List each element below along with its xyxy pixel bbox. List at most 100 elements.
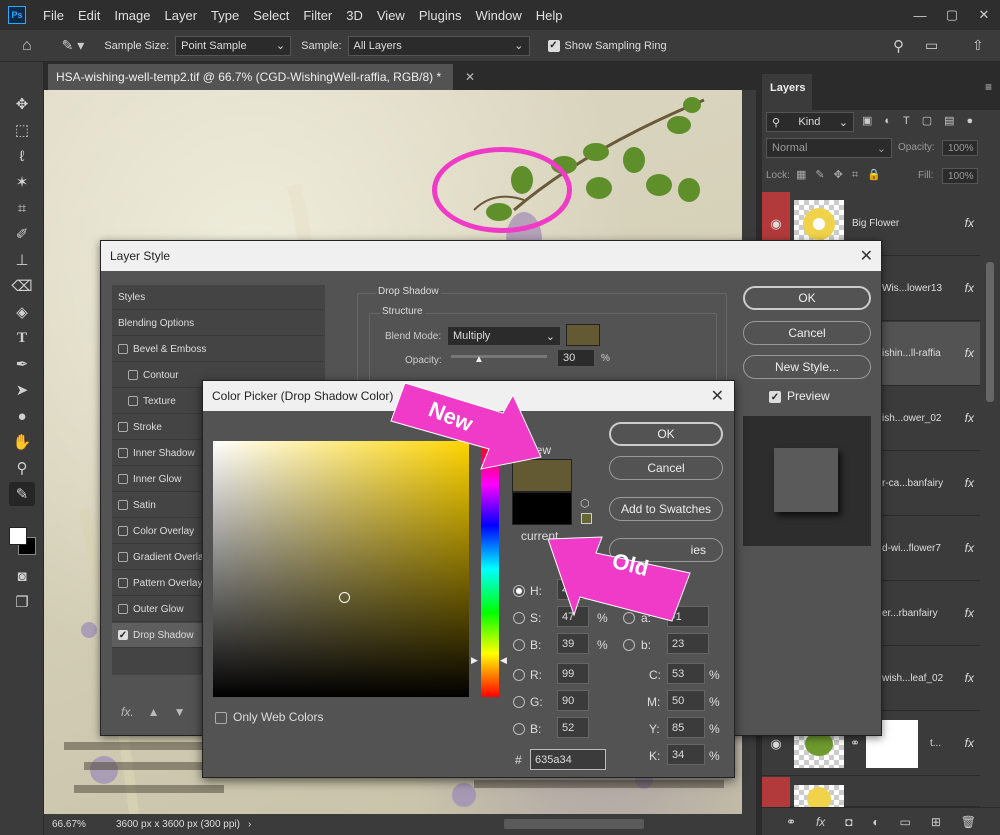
layer-fx-icon[interactable]: fx [965,346,974,360]
style-checkbox[interactable] [118,578,128,588]
hue-slider-left-arrow[interactable]: ▶ [471,655,478,666]
magenta-input[interactable]: 50 [667,690,705,711]
cyan-input[interactable]: 53 [667,663,705,684]
menu-image[interactable]: Image [107,8,157,23]
foreground-color-swatch[interactable] [9,527,27,545]
adjustment-icon[interactable]: ◐ [872,815,879,829]
search-icon[interactable]: ⚲ [893,37,904,55]
blue-input[interactable]: 52 [557,717,589,738]
red-input[interactable]: 99 [557,663,589,684]
style-checkbox[interactable] [118,448,128,458]
red-radio[interactable] [513,669,525,681]
layers-scrollbar[interactable] [986,262,994,402]
blue-radio[interactable] [513,723,525,735]
close-icon[interactable]: ✕ [860,246,873,266]
arrow-down-icon[interactable]: ▼ [174,705,186,719]
style-checkbox[interactable]: ✓ [118,630,128,641]
green-input[interactable]: 90 [557,690,589,711]
opacity-slider[interactable] [451,355,547,358]
layer-fx-icon[interactable]: fx [965,541,974,555]
layer-fx-icon[interactable]: fx [965,411,974,425]
sample-select[interactable]: All Layers ⌄ [347,35,530,56]
style-checkbox[interactable] [118,344,128,354]
move-tool-icon[interactable]: ✥ [9,92,35,116]
ok-button[interactable]: OK [743,286,871,310]
eraser-tool-icon[interactable]: ⌫ [9,274,35,298]
style-checkbox[interactable] [128,396,138,406]
eyedropper-preset-icon[interactable]: ✎ ▾ [62,37,85,54]
link-layers-icon[interactable]: ⚭ [786,815,796,829]
preview-checkbox[interactable]: ✓ [769,391,781,403]
filter-icons[interactable]: ▣◐T▢▤● [862,114,985,127]
close-icon[interactable]: ✕ [711,386,724,406]
layer-fx-icon[interactable]: fx [965,476,974,490]
cancel-button[interactable]: Cancel [743,321,871,345]
layer-blend-mode-select[interactable]: Normal ⌄ [766,138,892,158]
saturation-radio[interactable] [513,612,525,624]
only-web-colors-checkbox[interactable] [215,712,227,724]
zoom-tool-icon[interactable]: ⚲ [9,456,35,480]
style-checkbox[interactable] [118,422,128,432]
ellipse-tool-icon[interactable]: ● [9,404,35,428]
opacity-slider-thumb[interactable]: ▲ [474,354,484,365]
color-field[interactable] [213,441,469,697]
color-field-marker[interactable] [339,592,350,603]
hue-slider-right-arrow[interactable]: ◀ [500,655,507,666]
menu-edit[interactable]: Edit [71,8,107,23]
layer-row[interactable] [762,777,980,811]
blend-mode-select[interactable]: Multiply ⌄ [447,326,561,346]
current-color-swatch[interactable] [512,492,572,525]
eye-icon[interactable] [762,777,790,807]
menu-select[interactable]: Select [246,8,296,23]
menu-layer[interactable]: Layer [158,8,205,23]
zoom-level[interactable]: 66.67% [52,819,116,830]
status-chevron-icon[interactable]: › [248,819,251,830]
panel-menu-icon[interactable]: ≡ [985,80,992,94]
layers-tab[interactable]: Layers [762,74,812,110]
workspace-icon[interactable]: ▭ [925,37,938,54]
fx-icon[interactable]: fx. [121,705,134,719]
quick-mask-icon[interactable]: ◙ [9,564,35,588]
yellow-input[interactable]: 85 [667,717,705,738]
marquee-tool-icon[interactable]: ⬚ [9,118,35,142]
menu-type[interactable]: Type [204,8,246,23]
close-tab-icon[interactable]: ✕ [465,70,475,84]
green-radio[interactable] [513,696,525,708]
trash-icon[interactable]: 🗑 [961,815,976,829]
lab-b-input[interactable]: 23 [667,633,709,654]
menu-window[interactable]: Window [468,8,528,23]
brush-tool-icon[interactable]: ✐ [9,222,35,246]
styles-header[interactable]: Styles [112,285,323,310]
layer-fx-icon[interactable]: fx [965,606,974,620]
menu-file[interactable]: File [36,8,71,23]
bucket-tool-icon[interactable]: ◈ [9,300,35,324]
style-item[interactable]: Bevel & Emboss [112,337,323,362]
crop-tool-icon[interactable]: ⌗ [9,196,35,220]
style-checkbox[interactable] [118,526,128,536]
new-style-button[interactable]: New Style... [743,355,871,379]
sample-size-select[interactable]: Point Sample ⌄ [175,35,292,56]
style-checkbox[interactable] [118,552,128,562]
layer-fx-icon[interactable]: fx [965,216,974,230]
style-checkbox[interactable] [118,500,128,510]
arrow-up-icon[interactable]: ▲ [148,705,160,719]
add-to-swatches-button[interactable]: Add to Swatches [609,497,723,521]
style-item[interactable]: Blending Options [112,311,323,336]
opacity-field[interactable]: 30 [557,349,595,367]
hue-radio[interactable] [513,585,525,597]
show-sampling-ring-checkbox[interactable]: ✓ [547,39,560,52]
menu-3d[interactable]: 3D [339,8,370,23]
menu-plugins[interactable]: Plugins [412,8,469,23]
menu-view[interactable]: View [370,8,412,23]
menu-help[interactable]: Help [529,8,570,23]
screen-mode-icon[interactable]: ❐ [9,590,35,614]
cancel-button[interactable]: Cancel [609,456,723,480]
style-checkbox[interactable] [128,370,138,380]
eyedropper-tool-icon[interactable]: ✎ [9,482,35,506]
fill-field[interactable]: 100% [942,168,978,184]
layer-opacity-field[interactable]: 100% [942,140,978,156]
type-tool-icon[interactable]: T [9,326,35,350]
add-style-icon[interactable]: fx [816,815,825,829]
share-icon[interactable]: ⇧ [972,37,984,54]
layer-fx-icon[interactable]: fx [965,736,974,750]
